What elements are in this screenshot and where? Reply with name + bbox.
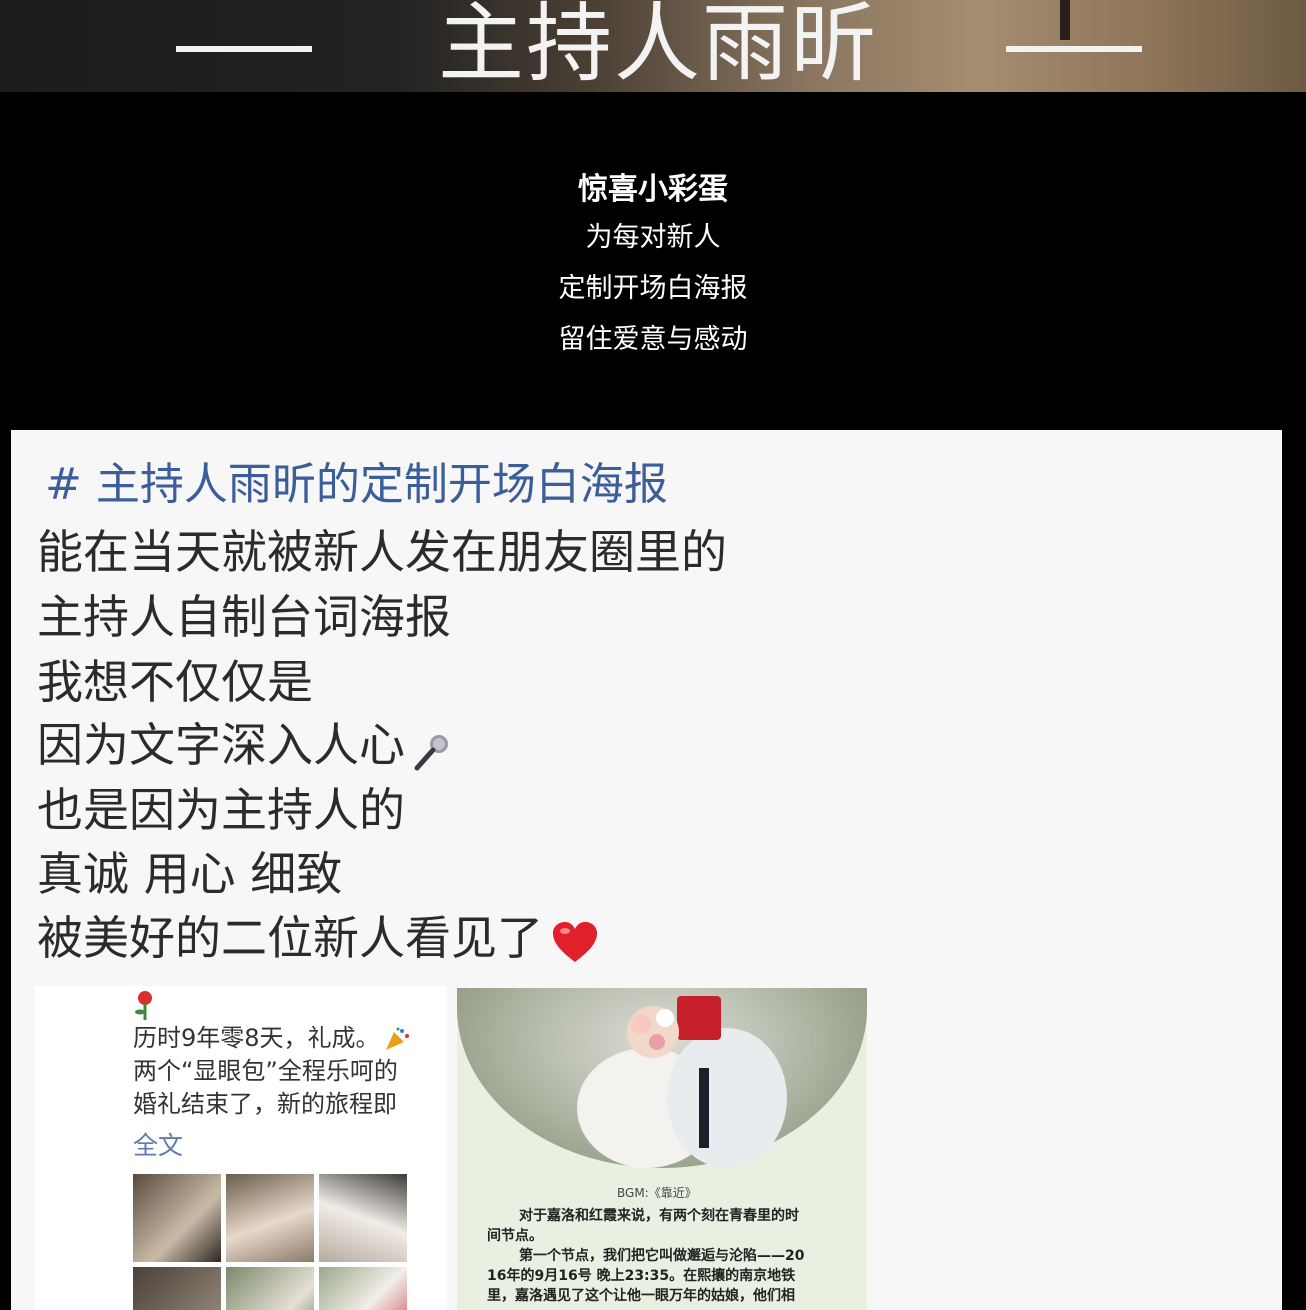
intro-heading: 惊喜小彩蛋 (578, 172, 728, 207)
poster-paragraph: 第一个节点，我们把它叫做邂逅与沦陷——20 (519, 1248, 805, 1264)
photo-thumbnail[interactable] (226, 1174, 314, 1262)
banner-title: 主持人雨昕 (438, 0, 878, 92)
post-line: 真诚 用心 细致 (37, 847, 343, 901)
poster-paragraph: 对于嘉洛和红霞来说，有两个刻在青春里的时 (519, 1208, 799, 1224)
expand-full-text-link[interactable]: 全文 (133, 1126, 183, 1162)
couple-photo (457, 988, 867, 1168)
heart-icon (551, 920, 599, 964)
intro-line: 为每对新人 (585, 222, 721, 253)
post-line-text: 被美好的二位新人看见了 (37, 911, 543, 965)
post-card: # 主持人雨昕的定制开场白海报 能在当天就被新人发在朋友圈里的 主持人自制台词海… (11, 430, 1282, 1310)
poster-paragraph: 里，嘉洛遇见了这个让他一眼万年的姑娘，他们相 (487, 1288, 795, 1304)
post-line: 我想不仅仅是 (37, 655, 313, 709)
moment-line: 两个“显眼包”全程乐呵的 (133, 1057, 398, 1085)
photo-thumbnail[interactable] (319, 1267, 407, 1310)
intro-section: 惊喜小彩蛋 为每对新人 定制开场白海报 留住爱意与感动 (0, 168, 1306, 365)
moments-screenshot: 历时9年零8天，礼成。 两个“显眼包”全程乐呵的 婚礼结束了，新的旅程即 全文 (35, 986, 447, 1310)
photo-thumbnail[interactable] (226, 1267, 314, 1310)
post-line-text: 因为文字深入人心 (37, 718, 405, 772)
moment-text: 历时9年零8天，礼成。 两个“显眼包”全程乐呵的 婚礼结束了，新的旅程即 (133, 1022, 410, 1121)
post-line: 能在当天就被新人发在朋友圈里的 (37, 525, 727, 579)
photo-thumbnail[interactable] (133, 1267, 221, 1310)
post-line-with-heart: 被美好的二位新人看见了 (37, 902, 599, 968)
banner-right-dash (1006, 46, 1142, 52)
photo-thumbnail[interactable] (133, 1174, 221, 1262)
party-popper-icon (384, 1026, 410, 1052)
moment-line: 历时9年零8天，礼成。 (133, 1024, 380, 1052)
post-line: 也是因为主持人的 (37, 783, 405, 837)
poster-paragraph: 间节点。 (487, 1228, 543, 1244)
bgm-label: BGM:《靠近》 (617, 1186, 697, 1200)
banner-left-dash (176, 46, 312, 52)
intro-line: 留住爱意与感动 (558, 324, 748, 355)
hashtag-title[interactable]: # 主持人雨昕的定制开场白海报 (45, 448, 668, 512)
microphone-icon (411, 729, 451, 770)
custom-poster-screenshot: BGM:《靠近》 对于嘉洛和红霞来说，有两个刻在青春里的时 间节点。 第一个节点… (457, 988, 867, 1310)
photo-thumbnail[interactable] (319, 1174, 407, 1262)
header-banner: 主持人雨昕 (0, 0, 1306, 92)
rose-icon (133, 990, 157, 1020)
poster-paragraph: 16年的9月16号 晚上23:35。在熙攘的南京地铁 (487, 1268, 796, 1284)
moment-line: 婚礼结束了，新的旅程即 (133, 1090, 397, 1118)
post-line-with-mic: 因为文字深入人心 (37, 709, 451, 775)
banner-background-post (1060, 0, 1070, 40)
post-line: 主持人自制台词海报 (37, 590, 451, 644)
intro-line: 定制开场白海报 (558, 273, 748, 304)
